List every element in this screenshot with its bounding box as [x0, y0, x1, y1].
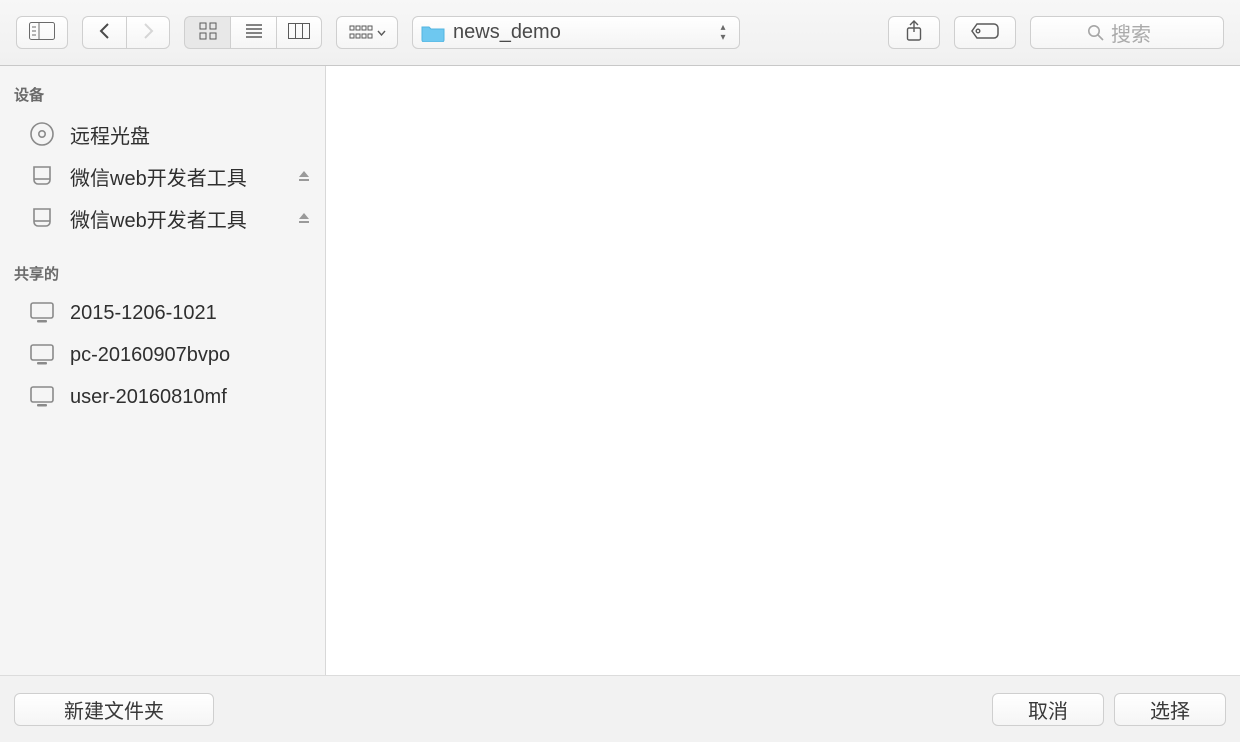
sidebar-item-wechat-dev-1[interactable]: 微信web开发者工具	[0, 155, 325, 197]
columns-icon	[288, 23, 310, 42]
arrange-button[interactable]	[336, 16, 398, 49]
sidebar-item-shared-0[interactable]: 2015-1206-1021	[0, 292, 325, 334]
disc-icon	[28, 121, 56, 147]
monitor-icon	[28, 385, 56, 409]
drive-icon	[28, 163, 56, 189]
chevron-down-icon	[377, 30, 386, 36]
new-folder-button[interactable]: 新建文件夹	[14, 693, 214, 726]
new-folder-label: 新建文件夹	[64, 695, 164, 724]
search-field[interactable]: 搜索	[1030, 16, 1224, 49]
share-icon	[905, 20, 923, 45]
tags-button[interactable]	[954, 16, 1016, 49]
monitor-icon	[28, 343, 56, 367]
sidebar-item-label: pc-20160907bvpo	[70, 344, 311, 367]
eject-button[interactable]	[297, 169, 311, 183]
window-body: 设备 远程光盘 微信web开发者工具 微信web开发者工具	[0, 66, 1240, 675]
sidebar-item-label: 2015-1206-1021	[70, 302, 311, 325]
search-placeholder: 搜索	[1111, 18, 1151, 47]
search-icon	[1087, 24, 1105, 42]
sidebar-section-shared: 共享的	[0, 259, 325, 292]
sidebar-item-shared-2[interactable]: user-20160810mf	[0, 376, 325, 418]
share-button[interactable]	[888, 16, 940, 49]
sidebar-icon	[29, 22, 55, 43]
sidebar-item-label: 微信web开发者工具	[70, 204, 283, 233]
cancel-label: 取消	[1028, 695, 1068, 724]
cancel-button[interactable]: 取消	[992, 693, 1104, 726]
toggle-sidebar-button[interactable]	[16, 16, 68, 49]
nav-group	[82, 16, 170, 49]
view-columns-button[interactable]	[276, 16, 322, 49]
choose-label: 选择	[1150, 695, 1190, 724]
toolbar: news_demo ▴▾ 搜索	[0, 0, 1240, 66]
view-icons-button[interactable]	[184, 16, 230, 49]
monitor-icon	[28, 301, 56, 325]
sidebar-item-shared-1[interactable]: pc-20160907bvpo	[0, 334, 325, 376]
sidebar-item-label: 远程光盘	[70, 120, 311, 149]
sidebar: 设备 远程光盘 微信web开发者工具 微信web开发者工具	[0, 66, 326, 675]
chevron-left-icon	[98, 22, 111, 43]
path-popup[interactable]: news_demo ▴▾	[412, 16, 740, 49]
tag-icon	[970, 22, 1000, 43]
footer: 新建文件夹 取消 选择	[0, 675, 1240, 742]
file-list-area[interactable]	[326, 66, 1240, 675]
forward-button[interactable]	[126, 16, 170, 49]
list-icon	[245, 23, 263, 42]
sidebar-section-devices: 设备	[0, 80, 325, 113]
sidebar-item-remote-disc[interactable]: 远程光盘	[0, 113, 325, 155]
path-stepper-icon: ▴▾	[717, 24, 729, 42]
drive-icon	[28, 205, 56, 231]
sidebar-item-wechat-dev-2[interactable]: 微信web开发者工具	[0, 197, 325, 239]
back-button[interactable]	[82, 16, 126, 49]
eject-button[interactable]	[297, 211, 311, 225]
current-folder-label: news_demo	[453, 21, 717, 44]
view-list-button[interactable]	[230, 16, 276, 49]
folder-icon	[421, 24, 445, 42]
chevron-right-icon	[142, 22, 155, 43]
view-switcher	[184, 16, 322, 49]
grid-icon	[199, 22, 217, 43]
sidebar-item-label: 微信web开发者工具	[70, 162, 283, 191]
sidebar-item-label: user-20160810mf	[70, 386, 311, 409]
arrange-icon	[349, 25, 386, 41]
choose-button[interactable]: 选择	[1114, 693, 1226, 726]
